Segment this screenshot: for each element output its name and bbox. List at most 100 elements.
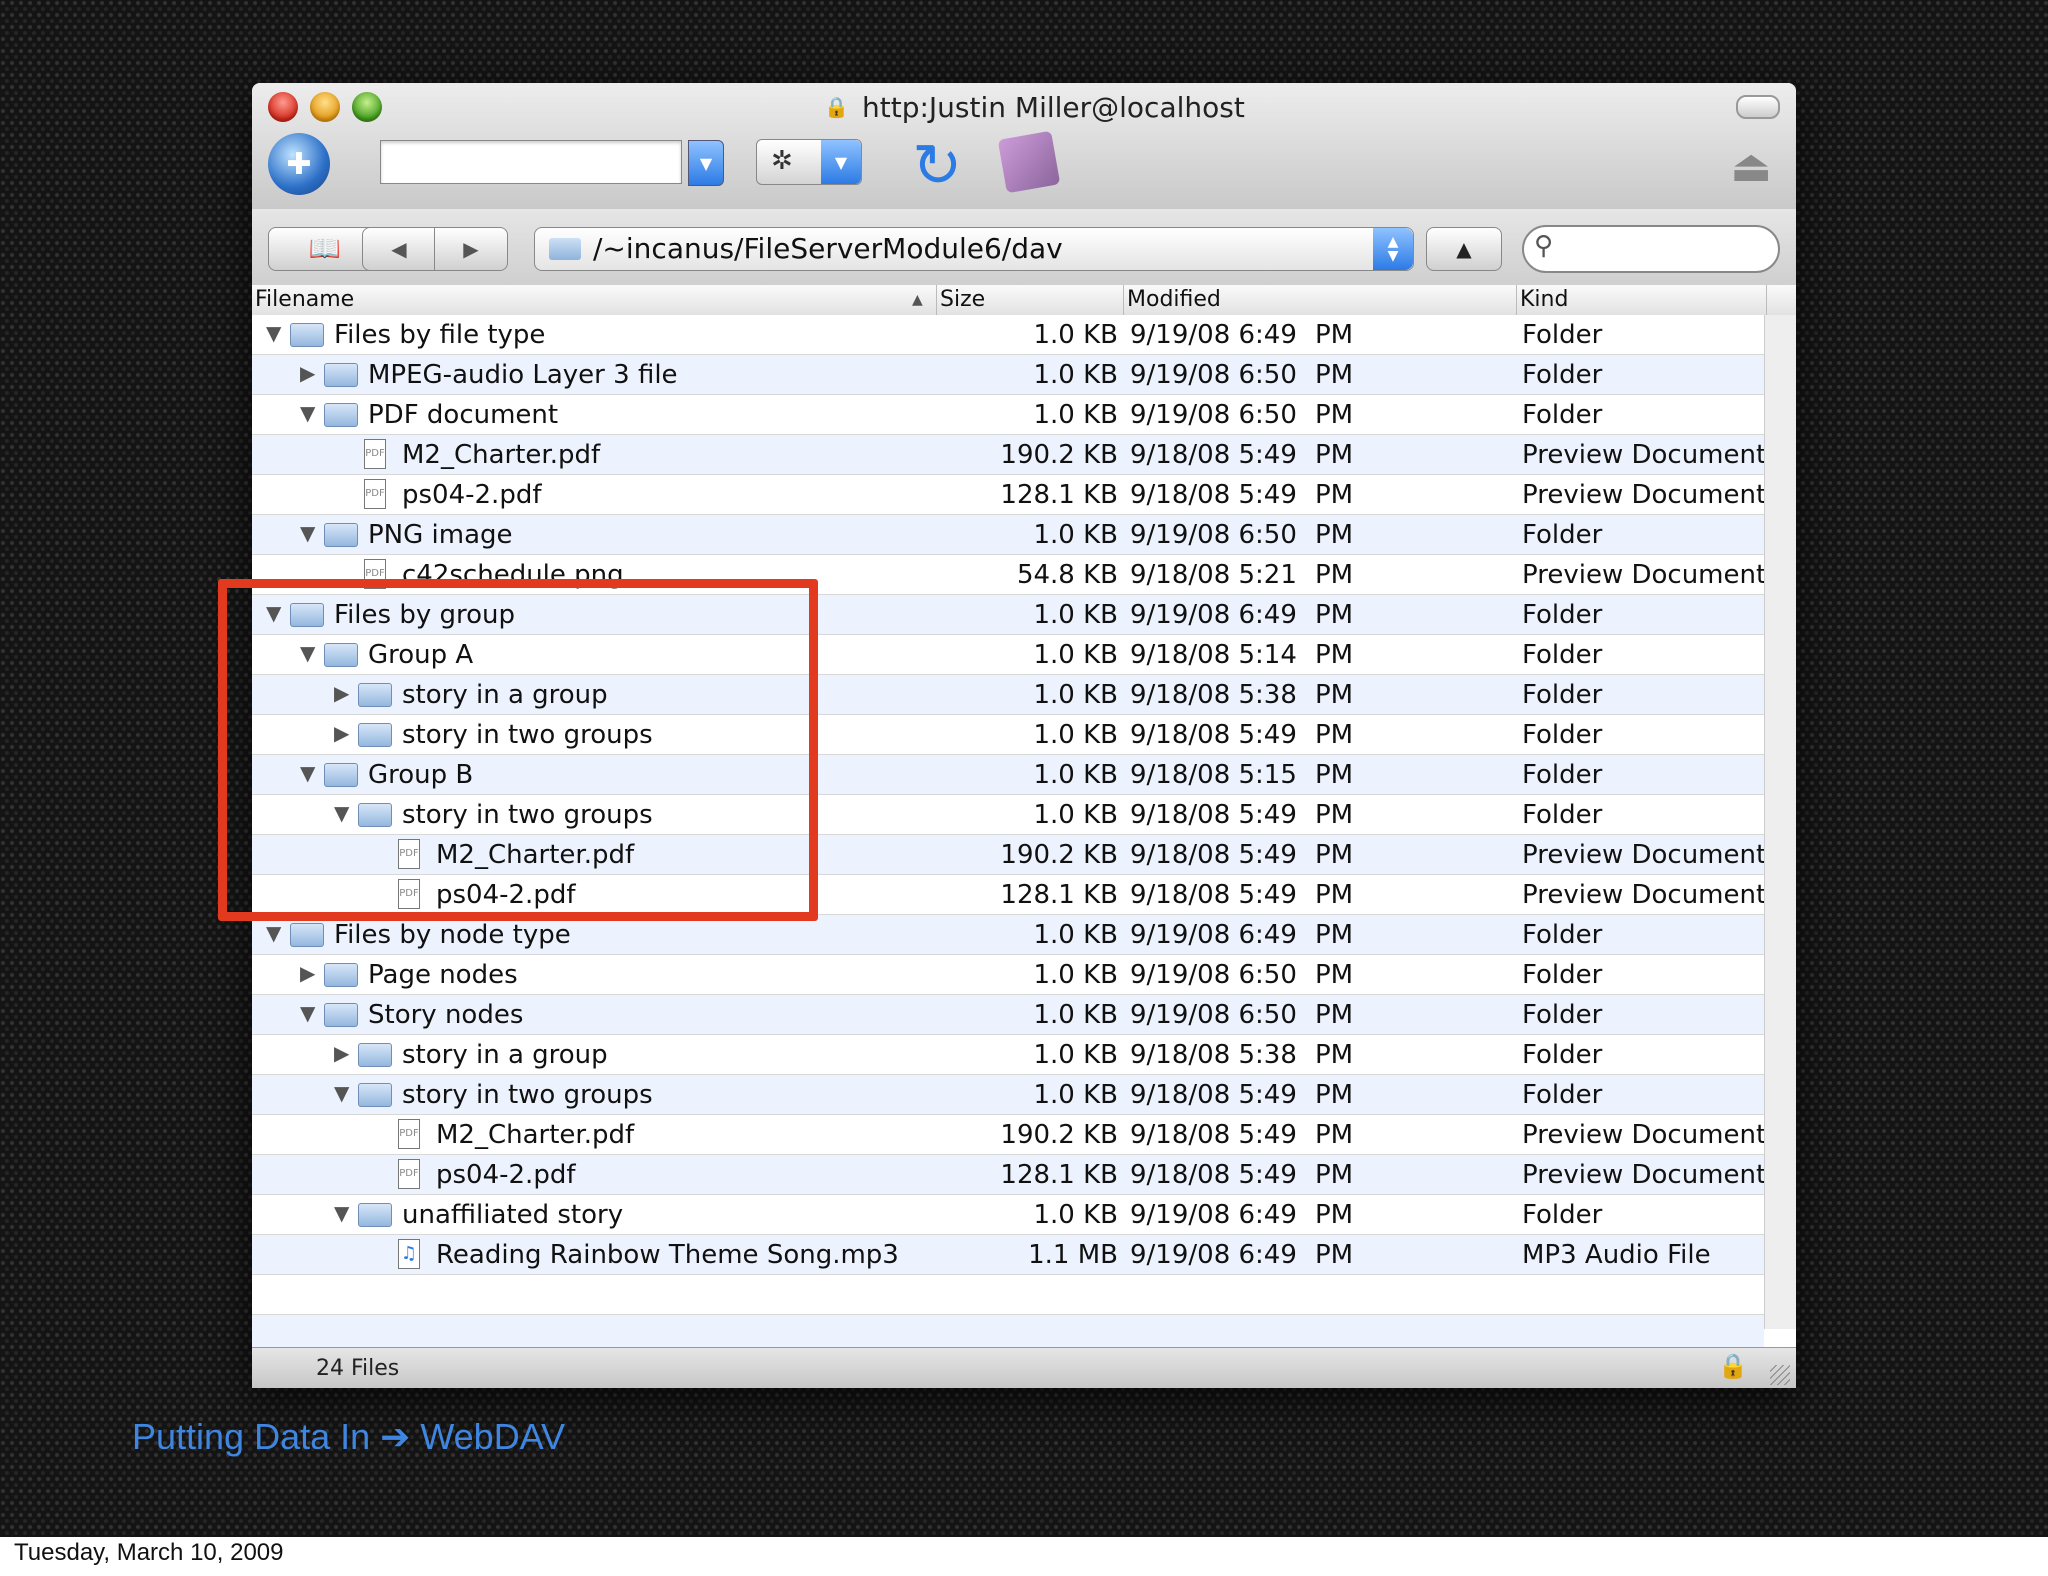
back-button[interactable]: ◀: [362, 227, 436, 271]
row-modified-date: 9/19/08 6:50: [1130, 360, 1297, 390]
row-modified-ampm: PM: [1315, 400, 1354, 430]
folder-icon: [358, 1203, 392, 1227]
row-modified-ampm: PM: [1315, 1040, 1354, 1070]
folder-row[interactable]: ▼ Story nodes 1.0 KB 9/19/08 6:50 PM Folder: [252, 995, 1764, 1035]
new-connection-globe-icon[interactable]: ✚: [268, 133, 330, 195]
folder-row[interactable]: ▼ Files by node type 1.0 KB 9/19/08 6:49 PM F…: [252, 915, 1764, 955]
sort-ascending-icon: ▲: [912, 292, 923, 308]
column-kind[interactable]: Kind: [1517, 285, 1767, 315]
folder-row[interactable]: ▶ story in a group 1.0 KB 9/18/08 5:38 PM Fol…: [252, 675, 1764, 715]
forward-button[interactable]: ▶: [434, 227, 508, 271]
folder-row[interactable]: ▼ Group A 1.0 KB 9/18/08 5:14 PM Folder: [252, 635, 1764, 675]
file-row[interactable]: PDF ps04-2.pdf 128.1 KB 9/18/08 5:49 PM Previ…: [252, 875, 1766, 915]
disclosure-collapsed-icon[interactable]: ▶: [300, 961, 315, 985]
disclosure-collapsed-icon[interactable]: ▶: [334, 681, 349, 705]
file-row[interactable]: PDF ps04-2.pdf 128.1 KB 9/18/08 5:49 PM Previ…: [252, 475, 1766, 515]
row-modified-ampm: PM: [1315, 440, 1354, 470]
file-row[interactable]: PDF M2_Charter.pdf 190.2 KB 9/18/08 5:49 PM P…: [252, 1115, 1766, 1155]
disclosure-expanded-icon[interactable]: ▼: [266, 921, 281, 945]
action-menu-button[interactable]: ✲ ▼: [756, 139, 862, 185]
folder-row[interactable]: ▶ story in two groups 1.0 KB 9/18/08 5:49 PM…: [252, 715, 1764, 755]
row-modified-ampm: PM: [1315, 920, 1354, 950]
row-size: 1.0 KB: [1033, 760, 1119, 790]
file-row[interactable]: ♫ Reading Rainbow Theme Song.mp3 1.1 MB 9/1…: [252, 1235, 1764, 1275]
disclosure-expanded-icon[interactable]: ▼: [266, 601, 281, 625]
folder-row[interactable]: ▼ PDF document 1.0 KB 9/19/08 6:50 PM Folder: [252, 395, 1764, 435]
disclosure-expanded-icon[interactable]: ▼: [334, 1081, 349, 1105]
column-filename[interactable]: Filename: [252, 285, 937, 315]
connection-address-field[interactable]: [380, 140, 682, 184]
folder-row[interactable]: ▼ unaffiliated story 1.0 KB 9/19/08 6:49 PM F…: [252, 1195, 1764, 1235]
row-modified-ampm: PM: [1315, 1080, 1354, 1110]
row-kind: Folder: [1522, 520, 1603, 550]
row-modified-date: 9/18/08 5:49: [1130, 840, 1297, 870]
row-filename: Group B: [368, 760, 474, 790]
folder-row[interactable]: ▼ PNG image 1.0 KB 9/19/08 6:50 PM Folder: [252, 515, 1764, 555]
row-kind: Folder: [1522, 600, 1603, 630]
folder-row[interactable]: ▼ story in two groups 1.0 KB 9/18/08 5:49 PM…: [252, 1075, 1764, 1115]
disclosure-expanded-icon[interactable]: ▼: [334, 801, 349, 825]
folder-icon: [290, 923, 324, 947]
disclosure-expanded-icon[interactable]: ▼: [300, 521, 315, 545]
folder-row[interactable]: ▶ story in a group 1.0 KB 9/18/08 5:38 PM Fol…: [252, 1035, 1764, 1075]
refresh-icon[interactable]: ↻: [912, 131, 962, 201]
minimize-window-button[interactable]: [310, 92, 340, 122]
row-kind: Preview Document: [1522, 440, 1767, 470]
status-bar: 24 Files 🔒: [252, 1347, 1796, 1388]
row-size: 190.2 KB: [1000, 440, 1118, 470]
row-size: 1.0 KB: [1033, 800, 1119, 830]
search-input[interactable]: ⚲: [1522, 225, 1780, 273]
path-text: /~incanus/FileServerModule6/dav: [593, 232, 1063, 265]
disclosure-expanded-icon[interactable]: ▼: [334, 1201, 349, 1225]
address-dropdown-button[interactable]: ▼: [688, 140, 724, 186]
zoom-window-button[interactable]: [352, 92, 382, 122]
folder-row[interactable]: ▼ story in two groups 1.0 KB 9/18/08 5:49 PM…: [252, 795, 1764, 835]
resize-grip-icon[interactable]: [1770, 1365, 1790, 1385]
disclosure-expanded-icon[interactable]: ▼: [300, 1001, 315, 1025]
row-modified-date: 9/18/08 5:49: [1130, 720, 1297, 750]
column-modified[interactable]: Modified: [1124, 285, 1517, 315]
folder-icon: [358, 1083, 392, 1107]
row-modified-date: 9/18/08 5:38: [1130, 680, 1297, 710]
lock-icon: 🔒: [1718, 1352, 1748, 1380]
row-kind: Folder: [1522, 680, 1603, 710]
row-modified-ampm: PM: [1315, 1000, 1354, 1030]
column-size[interactable]: Size: [937, 285, 1124, 315]
disclosure-expanded-icon[interactable]: ▼: [300, 401, 315, 425]
row-filename: Files by group: [334, 600, 515, 630]
file-row[interactable]: PDF M2_Charter.pdf 190.2 KB 9/18/08 5:49 PM P…: [252, 835, 1766, 875]
folder-row[interactable]: ▼ Files by file type 1.0 KB 9/19/08 6:49 PM F…: [252, 315, 1764, 355]
row-modified-date: 9/19/08 6:50: [1130, 1000, 1297, 1030]
search-icon: ⚲: [1534, 231, 1554, 261]
disclosure-collapsed-icon[interactable]: ▶: [334, 1041, 349, 1065]
disconnect-icon[interactable]: [997, 130, 1061, 194]
plus-icon: ✚: [286, 146, 312, 182]
folder-row[interactable]: ▼ Group B 1.0 KB 9/18/08 5:15 PM Folder: [252, 755, 1764, 795]
file-list: ▼ Files by file type 1.0 KB 9/19/08 6:49 PM F…: [252, 315, 1767, 1355]
row-filename: Story nodes: [368, 1000, 524, 1030]
row-size: 1.0 KB: [1033, 320, 1119, 350]
row-filename: story in a group: [402, 680, 608, 710]
file-row[interactable]: PDF ps04-2.pdf 128.1 KB 9/18/08 5:49 PM Previ…: [252, 1155, 1766, 1195]
folder-row[interactable]: ▶ MPEG-audio Layer 3 file 1.0 KB 9/19/08 6:…: [252, 355, 1764, 395]
path-stepper-icon[interactable]: ▲ ▼: [1373, 228, 1413, 270]
disclosure-expanded-icon[interactable]: ▼: [300, 641, 315, 665]
path-selector[interactable]: /~incanus/FileServerModule6/dav ▲ ▼: [534, 227, 1414, 271]
folder-icon: [324, 523, 358, 547]
disclosure-collapsed-icon[interactable]: ▶: [334, 721, 349, 745]
toolbar-toggle-button[interactable]: [1736, 95, 1780, 119]
file-row[interactable]: PDF M2_Charter.pdf 190.2 KB 9/18/08 5:49 PM P…: [252, 435, 1767, 475]
folder-icon: [290, 323, 324, 347]
parent-folder-button[interactable]: ▲: [1426, 227, 1502, 271]
eject-icon[interactable]: ⏏: [1730, 141, 1772, 192]
row-kind: Folder: [1522, 760, 1603, 790]
close-window-button[interactable]: [268, 92, 298, 122]
folder-row[interactable]: ▶ Page nodes 1.0 KB 9/19/08 6:50 PM Folder: [252, 955, 1764, 995]
disclosure-expanded-icon[interactable]: ▼: [300, 761, 315, 785]
row-modified-date: 9/18/08 5:14: [1130, 640, 1297, 670]
vertical-scrollbar[interactable]: [1764, 315, 1796, 1329]
folder-row[interactable]: ▼ Files by group 1.0 KB 9/19/08 6:49 PM Folde…: [252, 595, 1764, 635]
disclosure-collapsed-icon[interactable]: ▶: [300, 361, 315, 385]
file-row[interactable]: PDF c42schedule.png 54.8 KB 9/18/08 5:21 PM P…: [252, 555, 1766, 595]
disclosure-expanded-icon[interactable]: ▼: [266, 321, 281, 345]
